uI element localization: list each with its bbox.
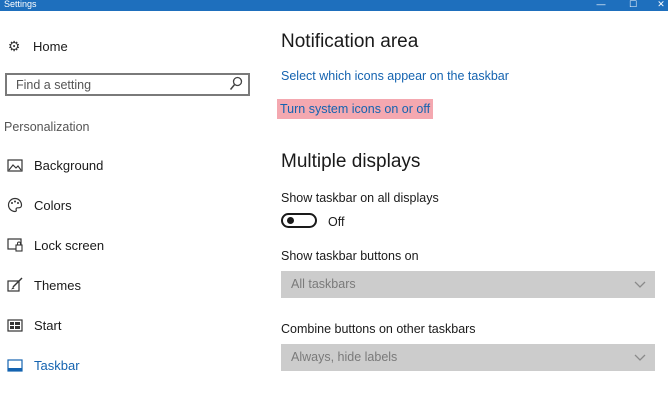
window-title: Settings [4,0,37,9]
start-icon [6,317,24,333]
sidebar-item-label: Background [34,157,104,173]
sidebar-item-background[interactable]: Background [6,155,103,175]
home-nav-item[interactable]: ⚙ Home [6,37,68,55]
multiple-displays-heading: Multiple displays [281,151,421,172]
search-box[interactable] [5,73,250,96]
notification-area-heading: Notification area [281,31,419,52]
sidebar: ⚙ Home Personalization Background Colors… [0,11,262,393]
combine-dropdown[interactable]: Always, hide labels [281,344,655,371]
search-input[interactable] [7,75,236,94]
chevron-down-icon [634,281,646,288]
sidebar-item-taskbar[interactable]: Taskbar [6,355,80,375]
picture-icon [6,157,24,173]
sidebar-item-label: Colors [34,197,72,213]
sidebar-item-label: Lock screen [34,237,105,253]
main-content: Notification area Select which icons app… [277,11,668,393]
title-bar: Settings — ☐ ✕ [0,0,668,11]
brush-icon [6,277,24,293]
sidebar-item-start[interactable]: Start [6,315,61,335]
combine-label: Combine buttons on other taskbars [281,322,476,336]
system-icons-link[interactable]: Turn system icons on or off [277,99,434,119]
sidebar-item-label: Themes [34,277,81,293]
buttons-on-dropdown[interactable]: All taskbars [281,271,655,298]
dropdown-value: Always, hide labels [291,350,398,364]
chevron-down-icon [634,354,646,361]
show-on-all-toggle[interactable] [281,213,317,228]
taskbar-icon [6,357,24,373]
home-label: Home [33,38,68,54]
maximize-button[interactable]: ☐ [626,0,640,10]
sidebar-item-label: Start [34,317,62,333]
sidebar-item-lock-screen[interactable]: Lock screen [6,235,104,255]
sidebar-item-colors[interactable]: Colors [6,195,72,215]
minimize-button[interactable]: — [594,0,608,10]
sidebar-item-label: Taskbar [34,357,80,373]
toggle-knob [287,217,294,224]
section-heading: Personalization [4,120,90,134]
show-on-all-label: Show taskbar on all displays [281,191,439,205]
gear-icon: ⚙ [7,37,21,54]
select-icons-link[interactable]: Select which icons appear on the taskbar [281,69,509,83]
dropdown-value: All taskbars [291,277,356,291]
close-button[interactable]: ✕ [654,0,668,10]
sidebar-item-themes[interactable]: Themes [6,275,81,295]
buttons-on-label: Show taskbar buttons on [281,249,419,263]
search-icon[interactable] [229,76,243,92]
lock-screen-icon [6,237,24,253]
toggle-state-text: Off [328,215,345,229]
palette-icon [6,197,24,213]
